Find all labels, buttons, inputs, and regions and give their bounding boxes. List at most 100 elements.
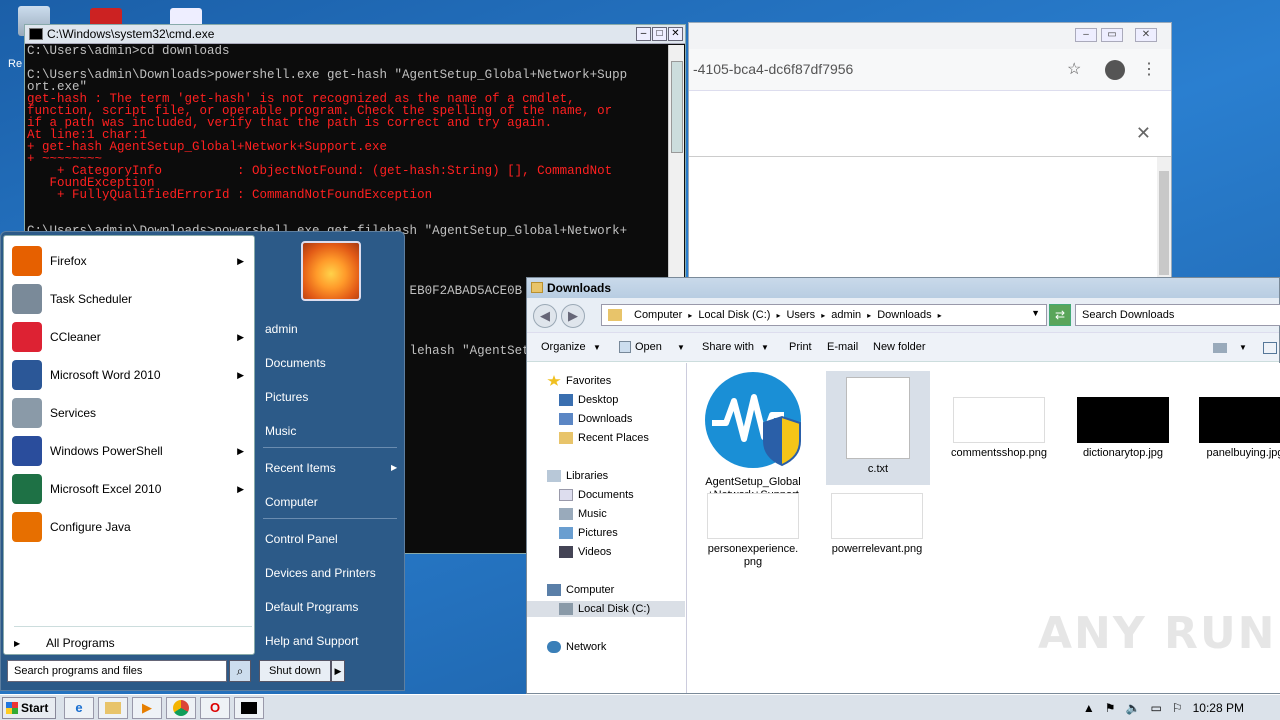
search-icon[interactable]: ⌕ <box>229 660 251 682</box>
breadcrumb-item[interactable]: Downloads <box>877 309 931 321</box>
chevron-up-icon[interactable]: ▲ <box>1083 701 1095 715</box>
new-folder-button[interactable]: New folder <box>873 341 926 353</box>
share-with-button[interactable]: Share with <box>702 341 754 353</box>
opera-icon[interactable]: O <box>200 697 230 719</box>
file-item[interactable]: dictionarytop.jpg <box>1068 371 1178 460</box>
open-button[interactable]: Open <box>635 341 662 353</box>
cmd-icon[interactable] <box>234 697 264 719</box>
refresh-button[interactable]: ⇄ <box>1049 304 1071 326</box>
close-icon[interactable]: ✕ <box>668 27 683 41</box>
right-item-devices[interactable]: Devices and Printers <box>265 566 376 580</box>
minimize-icon[interactable]: – <box>1075 28 1097 42</box>
nav-computer[interactable]: Computer <box>547 582 614 598</box>
program-item[interactable]: Firefox ▶ <box>8 244 252 278</box>
file-item[interactable]: panelbuying.jpg <box>1190 371 1280 460</box>
url-text[interactable]: -4105-bca4-dc6f87df7956 <box>693 61 853 77</box>
breadcrumb-separator-icon[interactable]: ▸ <box>938 311 942 320</box>
nav-network[interactable]: Network <box>547 639 606 655</box>
breadcrumb-item[interactable]: Computer <box>634 309 682 321</box>
email-button[interactable]: E-mail <box>827 341 858 353</box>
scrollbar-thumb[interactable] <box>671 61 683 153</box>
flag-icon[interactable]: ⚐ <box>1172 701 1183 715</box>
star-icon[interactable]: ☆ <box>1067 59 1081 79</box>
file-item[interactable]: personexperience. png <box>698 493 808 569</box>
maximize-icon[interactable]: □ <box>652 27 667 41</box>
right-item-computer[interactable]: Computer <box>265 495 318 509</box>
nav-pictures[interactable]: Pictures <box>559 525 618 541</box>
clock[interactable]: 10:28 PM <box>1193 701 1244 715</box>
scrollbar-thumb[interactable] <box>1159 171 1169 275</box>
nav-recent-places[interactable]: Recent Places <box>559 430 649 446</box>
breadcrumb[interactable]: Computer ▸ Local Disk (C:) ▸ Users ▸ admin ▸ Dow… <box>634 309 948 321</box>
right-item-documents[interactable]: Documents <box>265 356 326 370</box>
chevron-down-icon[interactable]: ▼ <box>1239 343 1247 352</box>
chevron-down-icon[interactable]: ▼ <box>593 343 601 352</box>
right-item-music[interactable]: Music <box>265 424 296 438</box>
chrome-scrollbar[interactable] <box>1157 157 1171 277</box>
menu-icon[interactable]: ⋮ <box>1141 59 1157 79</box>
network-icon[interactable]: ⚑ <box>1105 701 1116 715</box>
chevron-right-icon[interactable]: ▶ <box>331 660 345 682</box>
nav-videos[interactable]: Videos <box>559 544 611 560</box>
view-icon[interactable] <box>1213 343 1227 353</box>
back-button[interactable]: ◀ <box>533 304 557 328</box>
nav-libraries[interactable]: Libraries <box>547 468 608 484</box>
breadcrumb-item[interactable]: Users <box>786 309 815 321</box>
profile-icon[interactable] <box>1105 60 1125 80</box>
breadcrumb-separator-icon[interactable]: ▸ <box>821 311 825 320</box>
close-infobar-icon[interactable]: ✕ <box>1136 123 1151 144</box>
nav-downloads[interactable]: Downloads <box>559 411 632 427</box>
file-item[interactable]: c.txt <box>826 371 930 485</box>
media-player-icon[interactable]: ▶ <box>132 697 162 719</box>
chevron-down-icon[interactable]: ▼ <box>761 343 769 352</box>
program-item[interactable]: Microsoft Excel 2010 ▶ <box>8 472 252 506</box>
ie-icon[interactable]: e <box>64 697 94 719</box>
search-input[interactable]: Search Downloads <box>1075 304 1280 326</box>
breadcrumb-separator-icon[interactable]: ▸ <box>776 311 780 320</box>
display-icon[interactable]: ▭ <box>1151 701 1162 715</box>
volume-icon[interactable]: 🔈 <box>1126 701 1141 715</box>
breadcrumb-separator-icon[interactable]: ▸ <box>688 311 692 320</box>
nav-local-disk[interactable]: Local Disk (C:) <box>527 601 685 617</box>
file-item[interactable]: commentsshop.png <box>944 371 1054 460</box>
nav-favorites[interactable]: Favorites <box>547 373 611 389</box>
minimize-icon[interactable]: – <box>636 27 651 41</box>
forward-button[interactable]: ▶ <box>561 304 585 328</box>
right-item-help[interactable]: Help and Support <box>265 634 358 648</box>
program-item[interactable]: Windows PowerShell ▶ <box>8 434 252 468</box>
breadcrumb-separator-icon[interactable]: ▸ <box>867 311 871 320</box>
print-button[interactable]: Print <box>789 341 812 353</box>
breadcrumb-item[interactable]: admin <box>831 309 861 321</box>
shutdown-button[interactable]: Shut down <box>259 660 331 682</box>
right-item-control-panel[interactable]: Control Panel <box>265 532 338 546</box>
chrome-icon[interactable] <box>166 697 196 719</box>
chrome-omnibox[interactable]: -4105-bca4-dc6f87df7956 ☆ ⋮ <box>689 49 1171 91</box>
nav-desktop[interactable]: Desktop <box>559 392 618 408</box>
close-icon[interactable]: ✕ <box>1135 28 1157 42</box>
program-item[interactable]: Microsoft Word 2010 ▶ <box>8 358 252 392</box>
right-item-default-programs[interactable]: Default Programs <box>265 600 358 614</box>
divider <box>263 518 397 519</box>
start-button[interactable]: Start <box>2 697 56 719</box>
chevron-down-icon[interactable]: ▼ <box>677 343 685 352</box>
preview-pane-icon[interactable] <box>1263 342 1277 354</box>
dropdown-icon[interactable]: ▼ <box>1031 308 1040 318</box>
breadcrumb-item[interactable]: Local Disk (C:) <box>698 309 770 321</box>
program-item[interactable]: CCleaner ▶ <box>8 320 252 354</box>
nav-music[interactable]: Music <box>559 506 607 522</box>
file-item[interactable]: powerrelevant.png <box>822 493 932 556</box>
program-item[interactable]: Task Scheduler <box>8 282 252 316</box>
nav-documents[interactable]: Documents <box>559 487 634 503</box>
all-programs-link[interactable]: All Programs <box>46 636 115 650</box>
right-item-admin[interactable]: admin <box>265 322 298 336</box>
program-item[interactable]: Configure Java <box>8 510 252 544</box>
start-search-input[interactable]: Search programs and files <box>7 660 227 682</box>
user-picture[interactable] <box>301 241 361 301</box>
restore-icon[interactable]: ▭ <box>1101 28 1123 42</box>
right-item-pictures[interactable]: Pictures <box>265 390 308 404</box>
explorer-icon[interactable] <box>98 697 128 719</box>
right-item-recent[interactable]: Recent Items <box>265 461 336 475</box>
address-bar[interactable]: Computer ▸ Local Disk (C:) ▸ Users ▸ admin ▸ Dow… <box>601 304 1047 326</box>
organize-button[interactable]: Organize <box>541 341 586 353</box>
program-item[interactable]: Services <box>8 396 252 430</box>
